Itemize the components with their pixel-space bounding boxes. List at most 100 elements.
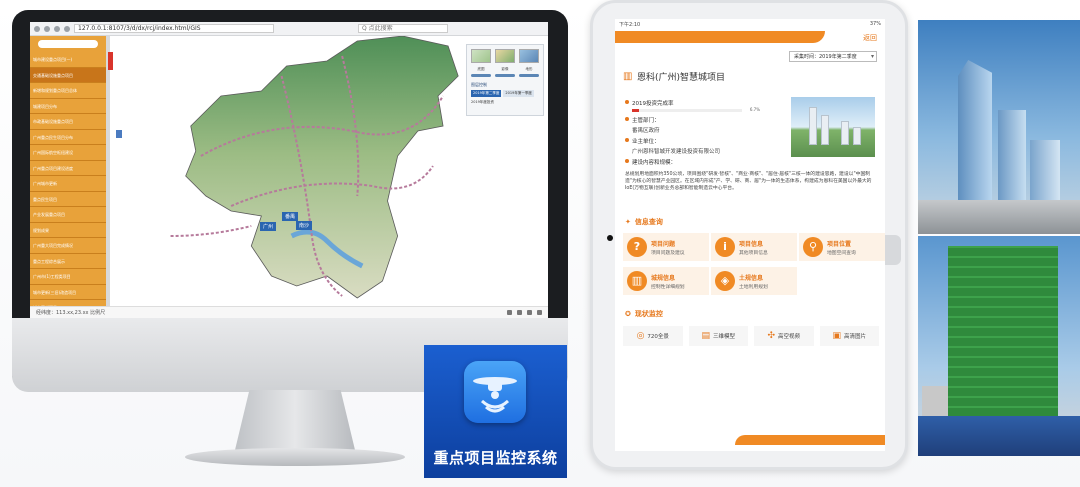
browser-toolbar: 127.0.0.1:8107/3/d/dx/rcj/index.html/GIS…: [30, 22, 548, 36]
sidebar-search[interactable]: [30, 36, 106, 52]
home-icon[interactable]: [64, 25, 70, 32]
sidebar-item[interactable]: 城建项目分布: [30, 99, 106, 114]
sidebar-item[interactable]: 广州重点项目建设进度: [30, 161, 106, 176]
3d-model-button[interactable]: ▤ 三维模型: [688, 326, 748, 346]
query-sub: 控制性详细规划: [651, 284, 685, 290]
monitor-section-heading: ✪ 现状监控: [625, 309, 663, 319]
tab-q2[interactable]: 2019年第二季度: [471, 90, 502, 97]
panel-title: 图层控制: [471, 82, 487, 87]
zoom-in-icon[interactable]: [507, 310, 512, 315]
basemap-thumb[interactable]: [471, 49, 491, 63]
scope-label: 建设内容和规模：: [632, 160, 677, 166]
battery-level: 37%: [869, 21, 881, 27]
model-icon: ▤: [701, 331, 710, 341]
project-sidebar: 城市建设重点项目(一) 交通基础设施重点项目 新增和规划重点项目总体 城建项目分布 市政…: [30, 36, 110, 306]
land-icon: ◈: [715, 271, 735, 291]
query-card-location[interactable]: ⚲ 项目位置地图空间查询: [799, 233, 885, 261]
sidebar-item[interactable]: 规划成果: [30, 223, 106, 238]
tablet-status-bar: 下午2:10 37%: [615, 19, 885, 29]
opacity-slider[interactable]: [495, 74, 515, 77]
sidebar-item[interactable]: 市政基础设施重点项目: [30, 114, 106, 130]
period-select[interactable]: 采集时间：2019年第二季度: [789, 51, 877, 62]
monitor-base: [185, 448, 405, 466]
query-card-land-plan[interactable]: ◈ 土规信息 土地利用规划: [711, 267, 797, 295]
sidebar-item[interactable]: 交通基础设施重点项目: [30, 67, 106, 83]
location-icon: ⚲: [803, 237, 823, 257]
map-status-bar: 经纬度：113.xx,23.xx 比例尺: [30, 306, 548, 318]
query-card-issues[interactable]: ? 项目问题 项目问题及建议: [623, 233, 709, 261]
hd-photo-button[interactable]: ▣ 高清图片: [819, 326, 879, 346]
query-card-info[interactable]: i 项目信息 其他项目信息: [711, 233, 797, 261]
layer-label: 影像: [501, 67, 509, 71]
sidebar-item[interactable]: 广州国际航空枢纽建设: [30, 145, 106, 161]
sidebar-item[interactable]: 广州重大项目完成情况: [30, 238, 106, 254]
project-rendering[interactable]: [791, 97, 875, 157]
map-pin-guangzhou[interactable]: 广州: [260, 222, 277, 231]
terrain-thumb[interactable]: [519, 49, 539, 63]
query-sub: 土地利用规划: [739, 284, 768, 290]
query-sub: 其他项目信息: [739, 250, 768, 256]
drone-icon: [464, 361, 526, 423]
project-description: 总规划用地面积约350公顷，项目围绕"研发·智核"、"商业·商核"、"居住·居核…: [625, 172, 872, 191]
progress-label: 2019投资完成率: [632, 101, 674, 107]
owner-label: 业主单位：: [632, 139, 660, 145]
project-title: ▥ 恩科(广州)智慧城项目: [623, 70, 725, 83]
map-pin-panyu[interactable]: 番禺: [282, 212, 299, 221]
sidebar-item[interactable]: 广州重点民生项目分布: [30, 130, 106, 145]
tab-q1[interactable]: 2019年第一季度: [503, 90, 534, 97]
fullscreen-icon[interactable]: [527, 310, 532, 315]
project-title-text: 恩科(广州)智慧城项目: [637, 73, 726, 83]
city-icon: ▥: [627, 271, 647, 291]
back-icon[interactable]: [34, 25, 40, 32]
dept-label: 主管部门：: [632, 118, 660, 124]
sidebar-item[interactable]: 重点工程综合展示: [30, 254, 106, 269]
app-icon-tile[interactable]: 重点项目监控系统: [424, 345, 567, 478]
sidebar-collapse-handle[interactable]: [116, 130, 122, 138]
opacity-slider[interactable]: [519, 74, 539, 77]
sidebar-item[interactable]: 城市更新(三旧)改造项目: [30, 285, 106, 300]
sidebar-item[interactable]: 新增和规划重点项目总体: [30, 83, 106, 99]
query-card-city-plan[interactable]: ▥ 城规信息 控制性详细规划: [623, 267, 709, 295]
monitor-label: 三维模型: [713, 334, 736, 340]
dept-value: 番禺区政府: [632, 128, 660, 134]
opacity-slider[interactable]: [471, 74, 491, 77]
reload-icon[interactable]: [54, 25, 60, 32]
address-bar[interactable]: 127.0.0.1:8107/3/d/dx/rcj/index.html/GIS: [74, 24, 274, 33]
coordinates-readout: 经纬度：113.xx,23.xx 比例尺: [36, 310, 106, 316]
monitor-buttons: ◎ 720全景 ▤ 三维模型 ✣ 高空视频 ▣ 高清图片: [623, 326, 879, 346]
aerial-video-button[interactable]: ✣ 高空视频: [754, 326, 814, 346]
monitor-section-title: 现状监控: [634, 310, 663, 318]
query-sub: 地图空间查询: [827, 250, 856, 256]
imagery-thumb[interactable]: [495, 49, 515, 63]
bullet-icon: [625, 159, 629, 163]
sidebar-item[interactable]: 产业发展重点项目: [30, 207, 106, 223]
sidebar-item[interactable]: 广州市(1)工程类项目: [30, 269, 106, 285]
sidebar-item[interactable]: 广州城市更新: [30, 176, 106, 192]
app-title: 重点项目监控系统: [433, 449, 558, 467]
measure-icon[interactable]: [537, 310, 542, 315]
layer-label: 底图: [477, 67, 485, 71]
desktop-screen: 127.0.0.1:8107/3/d/dx/rcj/index.html/GIS…: [30, 22, 548, 318]
bullet-icon: [625, 117, 629, 121]
sidebar-item[interactable]: 重点民生项目: [30, 192, 106, 207]
construction-site-photo: [918, 236, 1080, 456]
query-title: 项目问题: [651, 240, 676, 248]
zoom-out-icon[interactable]: [517, 310, 522, 315]
map-view[interactable]: 广州 番禺 南沙 底图 影像 地形 图层控制 2019年第二季度 2019年第一…: [110, 36, 548, 306]
sidebar-item[interactable]: 城市建设重点项目(一): [30, 52, 106, 68]
layer-label: 地形: [525, 67, 533, 71]
monitor-stand: [235, 390, 355, 450]
back-link[interactable]: 返回: [863, 33, 877, 43]
investment-progress: 6.7%: [632, 107, 760, 112]
map-pin-nansha[interactable]: 南沙: [296, 221, 313, 230]
header-decoration: [615, 31, 825, 43]
image-icon: ▣: [832, 331, 841, 341]
query-title: 项目位置: [827, 240, 852, 248]
building-icon: ▥: [623, 70, 633, 82]
gis-app: 城市建设重点项目(一) 交通基础设施重点项目 新增和规划重点项目总体 城建项目分布 市政…: [30, 36, 548, 306]
forward-icon[interactable]: [44, 25, 50, 32]
project-info: 2019投资完成率 6.7% 主管部门： 番禺区政府 业主单位： 广州恩科智城开…: [625, 99, 785, 168]
browser-search-input[interactable]: Q 点此搜索: [358, 24, 448, 33]
bullet-icon: [625, 100, 629, 104]
panorama-button[interactable]: ◎ 720全景: [623, 326, 683, 346]
